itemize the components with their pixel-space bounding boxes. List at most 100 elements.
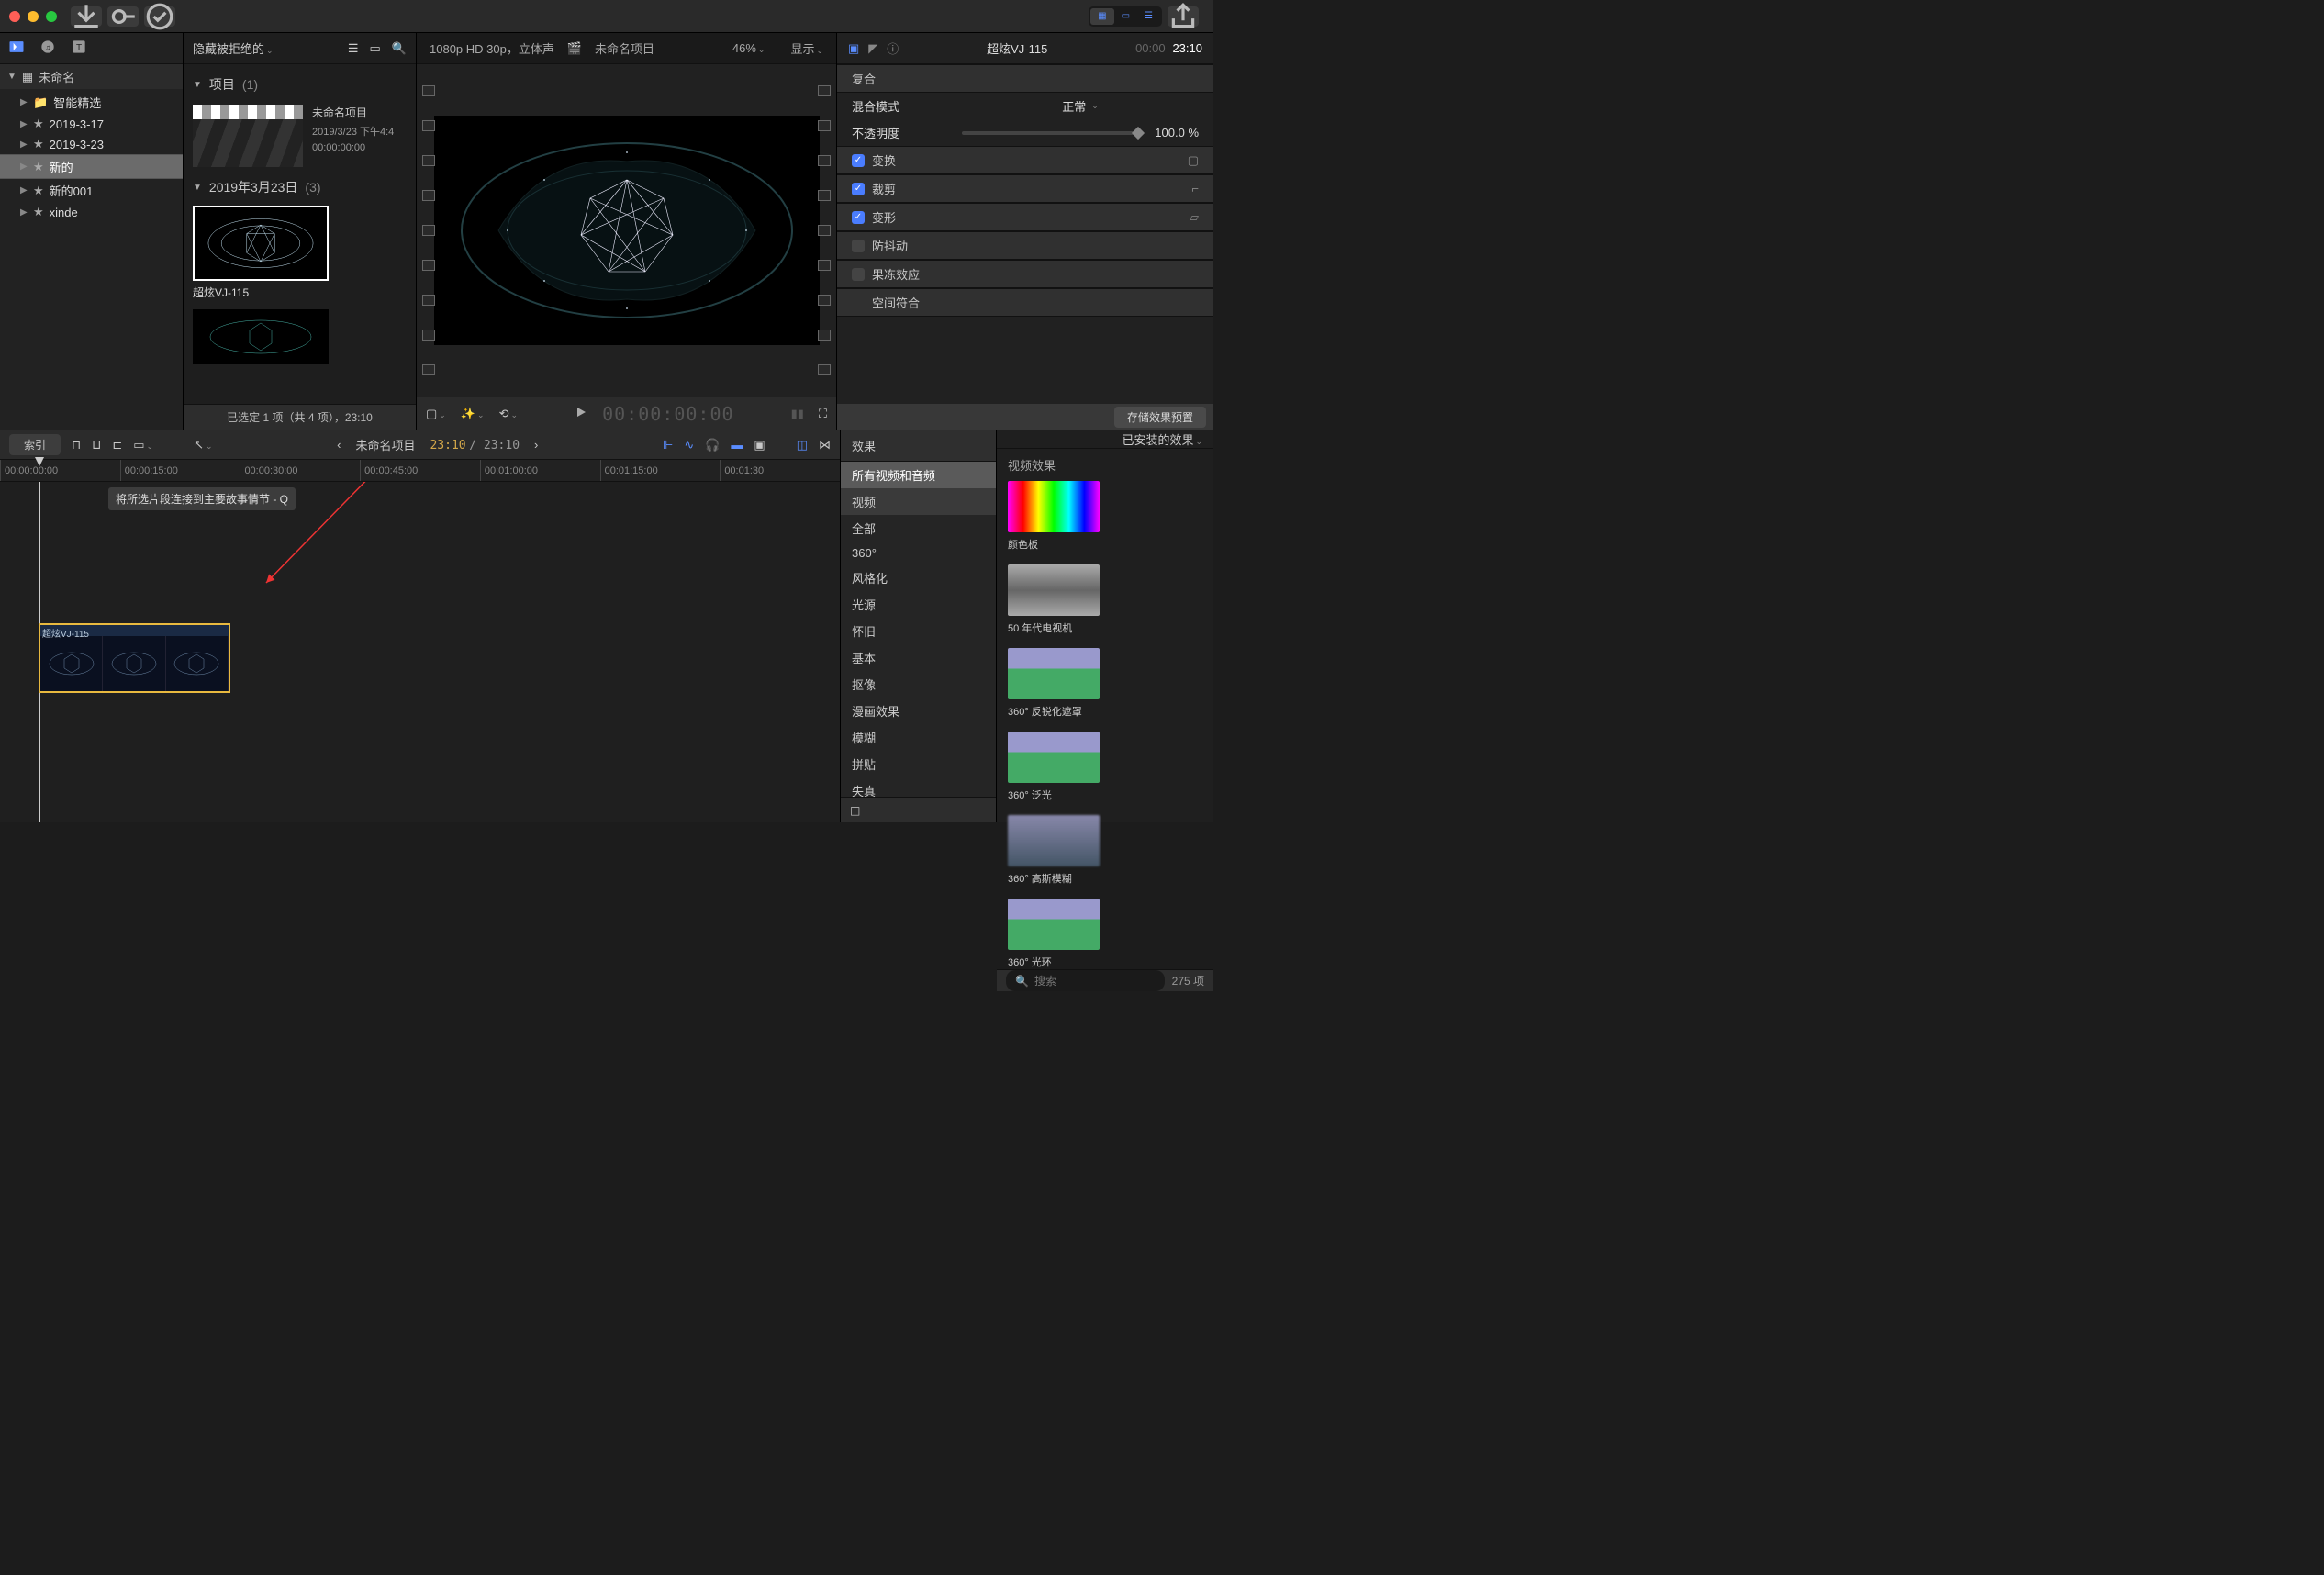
fx-category[interactable]: 所有视频和音频 [841, 462, 996, 488]
rect-icon[interactable]: ▢ [1188, 153, 1199, 168]
layout-inspector-icon[interactable]: ☰ [1137, 8, 1160, 25]
fx-category[interactable]: 360° [841, 542, 996, 564]
crop-icon[interactable]: ⌐ [1191, 182, 1199, 195]
project-item[interactable]: 未命名项目 2019/3/23 下午4:4 00:00:00:00 [193, 99, 407, 173]
fx-category[interactable]: 光源 [841, 591, 996, 618]
effects-search[interactable]: 🔍搜索 [1006, 970, 1165, 991]
blend-mode-dropdown[interactable]: 正常⌄ [1062, 97, 1099, 115]
tree-item[interactable]: ▶★新的001 [0, 179, 183, 202]
timeline-clip[interactable]: 超炫VJ-115 [39, 623, 230, 693]
clip-thumbnail[interactable] [193, 309, 329, 364]
effect-item[interactable]: 50 年代电视机 [1008, 564, 1100, 635]
color-inspector-icon[interactable]: ◤ [868, 41, 877, 56]
fullscreen-window[interactable] [46, 11, 57, 22]
titles-tab-icon[interactable]: T [70, 38, 88, 59]
transitions-browser-icon[interactable]: ⋈ [819, 438, 831, 452]
select-tool-icon[interactable]: ↖⌄ [194, 438, 212, 452]
save-preset-button[interactable]: 存储效果预置 [1114, 407, 1206, 428]
prev-edit-icon[interactable]: ‹ [337, 438, 341, 452]
audio-meters-icon[interactable]: ▮▮ [791, 407, 804, 421]
layout-timeline-icon[interactable]: ▭ [1114, 8, 1137, 25]
fullscreen-icon[interactable]: ⛶ [819, 407, 827, 421]
section-crop[interactable]: ✓裁剪⌐ [837, 174, 1213, 203]
checkbox-icon[interactable]: ✓ [852, 240, 865, 252]
fx-category[interactable]: 拼贴 [841, 751, 996, 777]
layout-browser-icon[interactable]: ▦ [1090, 8, 1113, 25]
fx-category[interactable]: 模糊 [841, 724, 996, 751]
library-root[interactable]: ▼ ▦ 未命名 [0, 64, 183, 89]
overwrite-clip-icon[interactable]: ▭⌄ [133, 438, 153, 452]
fx-category[interactable]: 基本 [841, 644, 996, 671]
tree-item[interactable]: ▶★2019-3-17 [0, 114, 183, 134]
fx-category[interactable]: 漫画效果 [841, 698, 996, 724]
close-window[interactable] [9, 11, 20, 22]
clip-thumbnail-selected[interactable] [193, 206, 329, 281]
insert-clip-icon[interactable]: ⊔ [92, 438, 101, 452]
effect-item[interactable]: 360° 光环 [1008, 899, 1100, 969]
minimize-window[interactable] [28, 11, 39, 22]
layout-segment[interactable]: ▦ ▭ ☰ [1089, 6, 1162, 27]
snap-icon[interactable]: ⊩ [663, 438, 673, 452]
viewer-canvas[interactable] [417, 64, 836, 397]
fx-category[interactable]: 全部 [841, 515, 996, 542]
background-tasks-button[interactable] [144, 6, 175, 27]
effect-item[interactable]: 颜色板 [1008, 481, 1100, 552]
section-rolling[interactable]: ✓果冻效应 [837, 260, 1213, 288]
effect-item[interactable]: 360° 反锐化遮罩 [1008, 648, 1100, 719]
fx-category[interactable]: 抠像 [841, 671, 996, 698]
section-distort[interactable]: ✓变形▱ [837, 203, 1213, 231]
photos-tab-icon[interactable]: ♫ [39, 38, 57, 59]
effects-browser-icon[interactable]: ◫ [797, 438, 808, 452]
keyword-button[interactable] [107, 6, 139, 27]
info-inspector-icon[interactable]: ⓘ [887, 39, 899, 57]
group-header[interactable]: ▼项目(1) [193, 70, 407, 99]
fx-category[interactable]: 怀旧 [841, 618, 996, 644]
import-button[interactable] [71, 6, 102, 27]
effect-item[interactable]: 360° 高斯模糊 [1008, 815, 1100, 886]
fx-category[interactable]: 失真 [841, 777, 996, 797]
opacity-value[interactable]: 100.0 % [1155, 126, 1199, 140]
share-button[interactable] [1168, 6, 1199, 27]
index-button[interactable]: 索引 [9, 434, 61, 455]
section-transform[interactable]: ✓变换▢ [837, 146, 1213, 174]
checkbox-icon[interactable]: ✓ [852, 154, 865, 167]
checkbox-icon[interactable]: ✓ [852, 183, 865, 195]
connect-clip-icon[interactable]: ⊓ [72, 438, 81, 452]
fx-collapse-icon[interactable]: ◫ [850, 804, 860, 817]
tree-item[interactable]: ▶★2019-3-23 [0, 134, 183, 154]
transform-menu[interactable]: ▢⌄ [426, 407, 446, 421]
library-tab-icon[interactable] [7, 38, 26, 59]
zoom-dropdown[interactable]: 46%⌄ [732, 41, 765, 55]
opacity-slider[interactable] [962, 131, 1138, 135]
checkbox-icon[interactable]: ✓ [852, 211, 865, 224]
skim-icon[interactable]: ∿ [684, 438, 694, 452]
video-inspector-icon[interactable]: ▣ [848, 41, 859, 56]
view-dropdown[interactable]: 显示⌄ [790, 39, 823, 57]
effect-item[interactable]: 360° 泛光 [1008, 732, 1100, 802]
fx-category[interactable]: 视频 [841, 488, 996, 515]
skew-icon[interactable]: ▱ [1190, 210, 1199, 225]
retime-menu[interactable]: ⟲⌄ [499, 407, 518, 421]
section-stabilize[interactable]: ✓防抖动 [837, 231, 1213, 260]
search-icon[interactable]: 🔍 [392, 41, 407, 56]
play-button[interactable] [575, 406, 587, 421]
filmstrip-icon[interactable]: ▭ [370, 41, 381, 56]
audio-skim-icon[interactable]: 🎧 [705, 438, 720, 452]
clip-appearance-icon[interactable]: ▣ [754, 438, 765, 452]
append-clip-icon[interactable]: ⊏ [112, 438, 122, 452]
group-header[interactable]: ▼2019年3月23日(3) [193, 173, 407, 202]
fx-category[interactable]: 风格化 [841, 564, 996, 591]
next-edit-icon[interactable]: › [534, 438, 538, 452]
solo-icon[interactable]: ▬ [731, 438, 743, 452]
tree-item[interactable]: ▶📁智能精选 [0, 91, 183, 114]
timeline-body[interactable]: 将所选片段连接到主要故事情节 - Q 超炫VJ-115 [0, 482, 840, 822]
filter-dropdown[interactable]: 隐藏被拒绝的⌄ [193, 39, 274, 57]
enhance-menu[interactable]: ✨⌄ [461, 407, 485, 421]
tree-item-selected[interactable]: ▶★新的 [0, 154, 183, 179]
installed-dropdown[interactable]: 已安装的效果⌄ [1122, 430, 1202, 448]
list-view-icon[interactable]: ☰ [348, 41, 359, 56]
timeline-ruler[interactable]: 00:00:00:00 00:00:15:00 00:00:30:00 00:0… [0, 460, 840, 482]
section-spatial[interactable]: 空间符合 [837, 288, 1213, 317]
checkbox-icon[interactable]: ✓ [852, 268, 865, 281]
tree-item[interactable]: ▶★xinde [0, 202, 183, 222]
